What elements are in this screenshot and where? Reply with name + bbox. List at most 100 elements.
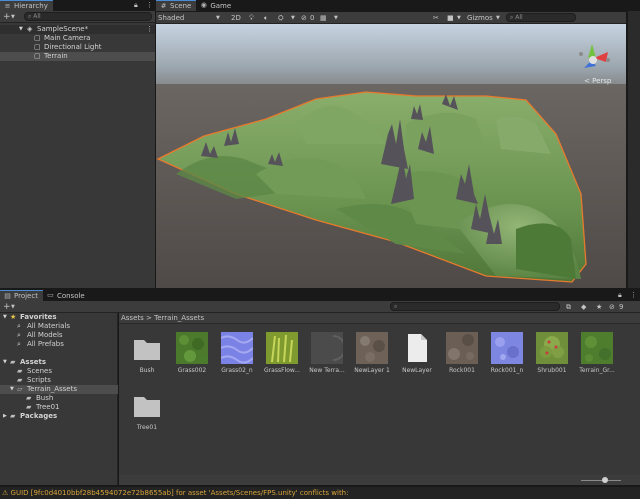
chevron-down-icon[interactable]: ▼ xyxy=(291,13,295,23)
tools-icon[interactable]: ✂ xyxy=(433,13,439,23)
camera-icon[interactable]: ■ xyxy=(447,13,454,23)
asset-item-grass02-n[interactable]: Grass02_n xyxy=(213,332,257,376)
project-tab-bar: ▤ Project ▭ Console 🔒︎ ⋮ xyxy=(0,290,640,301)
asset-item-new-terrain-layer[interactable]: New Terra... xyxy=(303,332,347,376)
asset-item-rock001[interactable]: Rock001 xyxy=(438,332,482,376)
lock-icon[interactable]: 🔒︎ xyxy=(618,290,622,300)
sidebar-label: All Prefabs xyxy=(27,340,64,348)
rock-texture-icon xyxy=(356,332,388,364)
chevron-down-icon[interactable]: ▼ xyxy=(11,12,15,22)
audio-toggle-icon[interactable]: 🔈︎ xyxy=(264,13,268,23)
search-icon: ⌕ xyxy=(17,322,21,330)
project-search-input[interactable]: ⌕ xyxy=(390,302,560,311)
sidebar-label: Assets xyxy=(20,358,47,366)
hierarchy-tab-bar: ≡ Hierarchy 🔒︎ ⋮ xyxy=(0,0,155,11)
chevron-down-icon[interactable]: ▼ xyxy=(11,302,15,312)
asset-label: NewLayer 1 xyxy=(354,367,390,374)
scene-search-input[interactable]: ⌕ All xyxy=(506,13,576,22)
filter-label-icon[interactable]: ◆ xyxy=(581,302,586,312)
list-icon: ≡ xyxy=(4,1,11,10)
asset-item-rock001-n[interactable]: Rock001_n xyxy=(483,332,527,376)
hidden-packages-count: 9 xyxy=(619,303,624,311)
tree-item-label: Terrain xyxy=(44,52,68,60)
kebab-menu-icon[interactable]: ⋮ xyxy=(146,25,153,34)
shrub-icon xyxy=(536,332,568,364)
projection-toggle[interactable]: < Persp xyxy=(584,76,611,86)
asset-item-grass002[interactable]: Grass002 xyxy=(168,332,212,376)
asset-item-tree01[interactable]: Tree01 xyxy=(123,389,167,433)
sidebar-label: All Materials xyxy=(27,322,70,330)
gameobject-cube-icon: ▢ xyxy=(34,43,41,51)
search-icon: ⌕ xyxy=(17,331,21,339)
sidebar-item-terrain-assets[interactable]: ▼ ▱ Terrain_Assets xyxy=(0,385,118,394)
status-bar[interactable]: ⚠ GUID [9fc0d4010bbf28b4594072e72b8655ab… xyxy=(0,487,640,499)
hidden-objects-icon[interactable]: ⊘ xyxy=(301,13,307,23)
favorite-star-icon[interactable]: ★ xyxy=(596,302,602,312)
scene-viewport[interactable]: < Persp xyxy=(156,24,626,288)
effects-toggle-icon[interactable]: ⛭ xyxy=(278,13,284,23)
normal-map-icon xyxy=(221,332,253,364)
sidebar-item-all-materials[interactable]: ⌕ All Materials xyxy=(0,322,118,331)
asset-item-grassflower[interactable]: GrassFlow... xyxy=(258,332,302,376)
rock-texture-icon xyxy=(446,332,478,364)
sidebar-item-packages[interactable]: ▶ ▰ Packages xyxy=(0,412,118,421)
expand-arrow-icon[interactable]: ▶ xyxy=(3,412,7,421)
asset-label: Grass002 xyxy=(177,367,207,374)
folder-icon xyxy=(134,340,160,360)
lock-icon[interactable]: 🔒︎ xyxy=(134,0,138,10)
gizmos-dropdown[interactable]: Gizmos xyxy=(467,13,493,23)
expand-arrow-icon[interactable]: ▼ xyxy=(3,313,7,322)
grid-toggle-icon[interactable]: ▦ xyxy=(320,13,327,23)
tab-game[interactable]: ◉ Game xyxy=(196,0,236,11)
sidebar-item-all-models[interactable]: ⌕ All Models xyxy=(0,331,118,340)
lighting-toggle-icon[interactable]: 💡︎ xyxy=(249,13,254,23)
tree-item-terrain[interactable]: ▢ Terrain xyxy=(0,52,155,61)
expand-arrow-icon[interactable]: ▼ xyxy=(19,25,23,34)
sidebar-item-favorites[interactable]: ▼ ★ Favorites xyxy=(0,313,118,322)
asset-label: Grass02_n xyxy=(221,367,253,374)
kebab-menu-icon[interactable]: ⋮ xyxy=(630,290,637,300)
thumbnail-size-slider-handle[interactable] xyxy=(602,477,608,483)
hierarchy-search-input[interactable]: ⌕ All xyxy=(24,12,152,21)
create-asset-button[interactable]: + xyxy=(3,302,11,312)
asset-item-terrain-grass[interactable]: Terrain_Gr... xyxy=(573,332,617,376)
breadcrumb-item-assets[interactable]: Assets xyxy=(121,314,144,322)
sidebar-item-scripts[interactable]: ▰ Scripts xyxy=(0,376,118,385)
asset-item-newlayer[interactable]: NewLayer xyxy=(393,332,437,376)
filter-type-icon[interactable]: ⧉ xyxy=(566,302,571,312)
chevron-down-icon[interactable]: ▼ xyxy=(457,13,461,23)
tab-project-label: Project xyxy=(14,292,38,300)
kebab-menu-icon[interactable]: ⋮ xyxy=(146,0,153,10)
tree-item-scene[interactable]: ▼ ◈ SampleScene* ⋮ xyxy=(0,25,155,34)
thumbnail-size-slider-track[interactable] xyxy=(581,480,621,481)
hidden-packages-icon[interactable]: ⊘ xyxy=(609,302,615,312)
chevron-down-icon[interactable]: ▼ xyxy=(334,13,338,23)
expand-arrow-icon[interactable]: ▼ xyxy=(10,385,14,394)
chevron-down-icon[interactable]: ▼ xyxy=(496,13,500,23)
star-icon: ★ xyxy=(10,313,17,321)
sidebar-item-bush[interactable]: ▰ Bush xyxy=(0,394,118,403)
tree-item-label: Main Camera xyxy=(44,34,91,42)
sidebar-item-all-prefabs[interactable]: ⌕ All Prefabs xyxy=(0,340,118,349)
tab-scene[interactable]: # Scene xyxy=(156,0,197,11)
tab-console[interactable]: ▭ Console xyxy=(43,290,90,301)
tree-item-directional-light[interactable]: ▢ Directional Light xyxy=(0,43,155,52)
scene-grid-icon: # xyxy=(160,1,167,10)
asset-item-shrub001[interactable]: Shrub001 xyxy=(528,332,572,376)
sidebar-item-assets[interactable]: ▼ ▰ Assets xyxy=(0,358,118,367)
search-placeholder: All xyxy=(33,13,41,20)
toggle-2d-button[interactable]: 2D xyxy=(231,13,241,23)
tree-item-main-camera[interactable]: ▢ Main Camera xyxy=(0,34,155,43)
tab-project[interactable]: ▤ Project xyxy=(0,290,43,301)
chevron-down-icon[interactable]: ▼ xyxy=(216,13,220,23)
create-button[interactable]: + xyxy=(3,12,11,22)
hierarchy-tree: ▼ ◈ SampleScene* ⋮ ▢ Main Camera ▢ Direc… xyxy=(0,23,155,288)
shading-mode-dropdown[interactable]: Shaded xyxy=(158,13,184,23)
breadcrumb-item-terrain-assets[interactable]: Terrain_Assets xyxy=(154,314,204,322)
tab-hierarchy[interactable]: ≡ Hierarchy xyxy=(0,0,53,11)
expand-arrow-icon[interactable]: ▼ xyxy=(3,358,7,367)
sidebar-item-scenes[interactable]: ▰ Scenes xyxy=(0,367,118,376)
asset-item-newlayer-1[interactable]: NewLayer 1 xyxy=(348,332,392,376)
sidebar-item-tree01[interactable]: ▰ Tree01 xyxy=(0,403,118,412)
asset-item-bush[interactable]: Bush xyxy=(123,332,167,376)
